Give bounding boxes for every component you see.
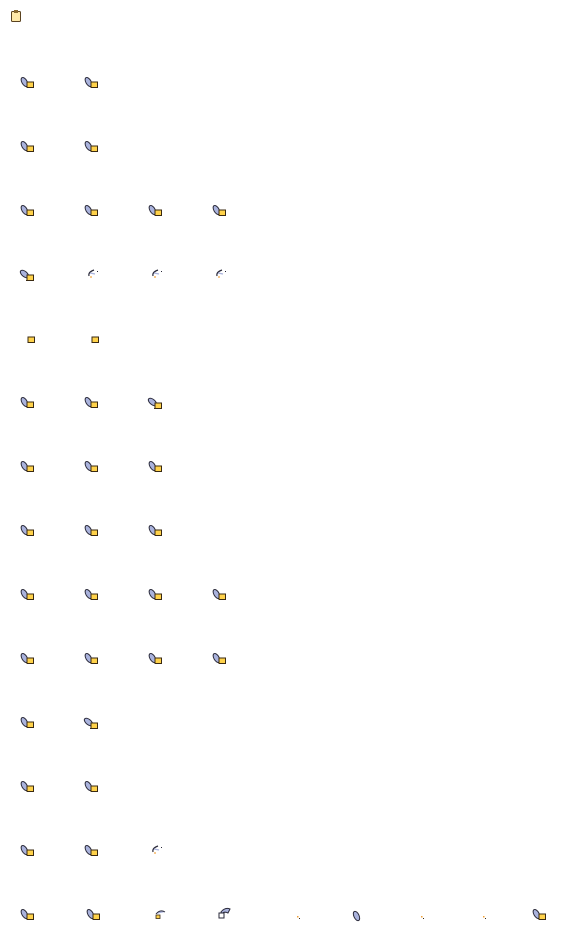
sprite-frame-hand-box [148,588,162,600]
sprite-frame-hand-box [212,588,226,600]
sprite-frame-swing-small [155,910,166,919]
sprite-frame-hook [216,269,226,278]
sprite-frame-hand-box [212,652,226,664]
sprite-frame-hand-box [84,204,98,216]
sprite-frame-hand-box [84,140,98,152]
sprite-frame-hand-box [20,524,34,536]
sprite-frame-hand-box [84,396,98,408]
sprite-frame-hand-only [352,910,361,922]
sprite-frame-hand-box [532,908,546,920]
sprite-frame-hand-box [20,908,34,920]
sprite-frame-hand-box [148,652,162,664]
sprite-frame-hand-box [84,652,98,664]
sprite-frame-hand-box [84,460,98,472]
sprite-frame-hand-box-flat [19,269,34,281]
sprite-frame-hand-box [20,396,34,408]
sprite-frame-hand-box [148,524,162,536]
sprite-frame-hand-box [20,76,34,88]
sprite-frame-hand-box [20,588,34,600]
sprite-frame-hand-box [84,524,98,536]
sprite-frame-hand-box [148,460,162,472]
sprite-frame-hook [152,845,162,854]
sprite-frame-hand-box [20,716,34,728]
sprite-frame-speck [483,916,486,919]
sprite-frame-hand-box [84,780,98,792]
sprite-sheet [0,0,576,928]
sprite-frame-hook [152,269,162,278]
sprite-frame-hand-box [20,780,34,792]
sprite-frame-box-only [27,336,35,343]
clipboard-icon [11,10,21,22]
sprite-frame-speck [421,916,424,919]
sprite-frame-hand-box-flat [83,717,98,729]
sprite-frame-hand-box [84,844,98,856]
sprite-frame-hand-box [84,588,98,600]
sprite-frame-hand-box [20,460,34,472]
sprite-frame-speck [297,916,300,919]
sprite-frame-hand-box [86,908,100,920]
sprite-frame-box-only [91,336,99,343]
sprite-frame-hand-box-flat [147,397,162,409]
sprite-frame-hand-box [20,204,34,216]
sprite-frame-hand-box [20,140,34,152]
sprite-frame-swing-large [218,907,231,919]
sprite-frame-hand-box [148,204,162,216]
sprite-frame-hand-box [212,204,226,216]
sprite-frame-hook [88,269,98,278]
sprite-frame-hand-box [84,76,98,88]
sprite-frame-hand-box [20,844,34,856]
sprite-frame-hand-box [20,652,34,664]
